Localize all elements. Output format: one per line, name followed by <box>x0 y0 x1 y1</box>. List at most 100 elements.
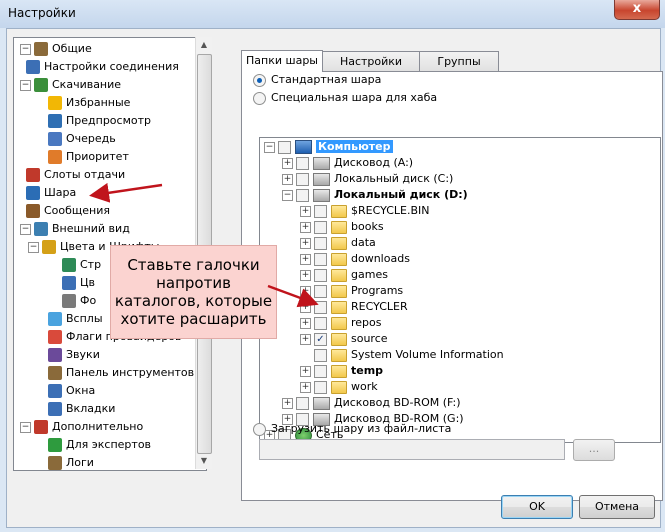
folder-row[interactable]: + RECYCLER <box>300 299 408 315</box>
settings-item-8[interactable]: Шара <box>26 184 76 202</box>
settings-item-20[interactable]: Вкладки <box>48 400 115 418</box>
folder-row[interactable]: + repos <box>300 315 382 331</box>
folder-row[interactable]: + ✓ source <box>300 331 388 347</box>
folder-row[interactable]: System Volume Information <box>300 347 504 363</box>
folder-row[interactable]: + $RECYCLE.BIN <box>300 203 429 219</box>
settings-item-10[interactable]: − Внешний вид <box>20 220 130 238</box>
scroll-down-icon[interactable]: ▼ <box>196 453 212 469</box>
folder-checkbox[interactable] <box>314 252 327 266</box>
folder-checkbox[interactable] <box>314 348 327 362</box>
title-bar[interactable]: Настройки x <box>0 0 665 28</box>
expander-icon[interactable]: − <box>28 241 39 253</box>
settings-item-12[interactable]: Стр <box>62 256 101 274</box>
filelist-path-input[interactable] <box>259 439 565 460</box>
browse-button[interactable]: ... <box>573 439 615 461</box>
close-button[interactable]: x <box>614 0 660 20</box>
settings-item-5[interactable]: Очередь <box>48 130 116 148</box>
folder-checkbox[interactable] <box>314 220 327 234</box>
folder-row[interactable]: + downloads <box>300 251 410 267</box>
settings-item-4[interactable]: Предпросмотр <box>48 112 151 130</box>
standard-share-radio[interactable]: Стандартная шара <box>253 72 381 88</box>
settings-item-0[interactable]: − Общие <box>20 40 92 58</box>
settings-item-14[interactable]: Фо <box>62 292 96 310</box>
folder-checkbox[interactable] <box>314 284 327 298</box>
drive-icon <box>313 172 330 186</box>
hub-share-radio[interactable]: Специальная шара для хаба <box>253 90 437 106</box>
folder-checkbox[interactable] <box>314 316 327 330</box>
folder-checkbox[interactable] <box>314 300 327 314</box>
scroll-up-icon[interactable]: ▲ <box>196 37 212 53</box>
folder-checkbox[interactable] <box>278 140 291 154</box>
expander-icon[interactable]: + <box>300 381 311 393</box>
folder-row[interactable]: + data <box>300 235 376 251</box>
expander-icon[interactable]: + <box>282 397 293 409</box>
expander-icon[interactable]: − <box>20 79 31 91</box>
settings-item-9[interactable]: Сообщения <box>26 202 110 220</box>
folder-checkbox[interactable]: ✓ <box>314 332 327 346</box>
priority-icon <box>48 150 62 164</box>
settings-item-7[interactable]: Слоты отдачи <box>26 166 125 184</box>
expander-icon[interactable]: + <box>300 333 311 345</box>
radio-selected-icon <box>253 73 266 87</box>
folder-checkbox[interactable] <box>314 380 327 394</box>
folder-checkbox[interactable] <box>314 236 327 250</box>
expander-icon[interactable]: + <box>300 317 311 329</box>
settings-item-15[interactable]: Всплы <box>48 310 103 328</box>
expander-icon[interactable]: + <box>300 221 311 233</box>
expander-icon[interactable]: − <box>20 223 31 235</box>
ok-button[interactable]: OK <box>501 495 573 519</box>
settings-item-label: Окна <box>66 384 96 397</box>
upload-slots-icon <box>26 168 40 182</box>
folder-checkbox[interactable] <box>296 156 309 170</box>
folder-row[interactable]: + Programs <box>300 283 403 299</box>
expander-icon[interactable]: + <box>300 301 311 313</box>
cancel-button[interactable]: Отмена <box>579 495 655 519</box>
expander-icon[interactable]: − <box>20 421 31 433</box>
settings-item-21[interactable]: − Дополнительно <box>20 418 143 436</box>
expander-icon[interactable]: + <box>282 173 293 185</box>
folder-icon <box>331 348 347 362</box>
settings-item-3[interactable]: Избранные <box>48 94 130 112</box>
tab-share-settings[interactable]: Настройки Шары <box>322 51 420 87</box>
tab-share-folders[interactable]: Папки шары <box>241 50 323 72</box>
popups-icon <box>48 312 62 326</box>
expander-icon[interactable]: − <box>282 189 293 201</box>
settings-item-22[interactable]: Для экспертов <box>48 436 151 454</box>
filelist-share-radio[interactable]: Загрузить шару из файл-листа <box>253 421 451 437</box>
expander-icon[interactable]: + <box>300 237 311 249</box>
folder-checkbox[interactable] <box>314 268 327 282</box>
computer-row[interactable]: − Компьютер <box>264 139 393 155</box>
expander-icon[interactable]: + <box>300 205 311 217</box>
folder-checkbox[interactable] <box>296 396 309 410</box>
expander-icon[interactable]: + <box>282 157 293 169</box>
folder-checkbox[interactable] <box>296 188 309 202</box>
expander-icon[interactable]: + <box>300 269 311 281</box>
drive-row[interactable]: − Локальный диск (D:) <box>282 187 468 203</box>
expander-icon[interactable]: − <box>264 141 275 153</box>
settings-item-18[interactable]: Панель инструментов <box>48 364 194 382</box>
settings-item-13[interactable]: Цв <box>62 274 95 292</box>
settings-item-6[interactable]: Приоритет <box>48 148 129 166</box>
folder-checkbox[interactable] <box>314 204 327 218</box>
drive-row[interactable]: + Дисковод (A:) <box>282 155 413 171</box>
folder-checkbox[interactable] <box>314 364 327 378</box>
expander-icon[interactable]: − <box>20 43 31 55</box>
folder-row[interactable]: + books <box>300 219 384 235</box>
settings-item-19[interactable]: Окна <box>48 382 95 400</box>
expander-icon[interactable]: + <box>300 365 311 377</box>
drive-row[interactable]: + Дисковод BD-ROM (F:) <box>282 395 461 411</box>
folder-row[interactable]: + work <box>300 379 378 395</box>
settings-item-label: Слоты отдачи <box>44 168 126 181</box>
settings-item-17[interactable]: Звуки <box>48 346 100 364</box>
settings-item-23[interactable]: Логи <box>48 454 94 470</box>
drive-row[interactable]: + Локальный диск (C:) <box>282 171 453 187</box>
folder-row[interactable]: + games <box>300 267 388 283</box>
expander-icon[interactable]: + <box>300 285 311 297</box>
tab-share-groups[interactable]: Группы шары <box>419 51 499 87</box>
settings-item-2[interactable]: − Скачивание <box>20 76 121 94</box>
expander-icon[interactable]: + <box>300 253 311 265</box>
folder-row[interactable]: + temp <box>300 363 383 379</box>
settings-item-1[interactable]: Настройки соединения <box>26 58 179 76</box>
folder-label: source <box>351 332 388 345</box>
folder-checkbox[interactable] <box>296 172 309 186</box>
